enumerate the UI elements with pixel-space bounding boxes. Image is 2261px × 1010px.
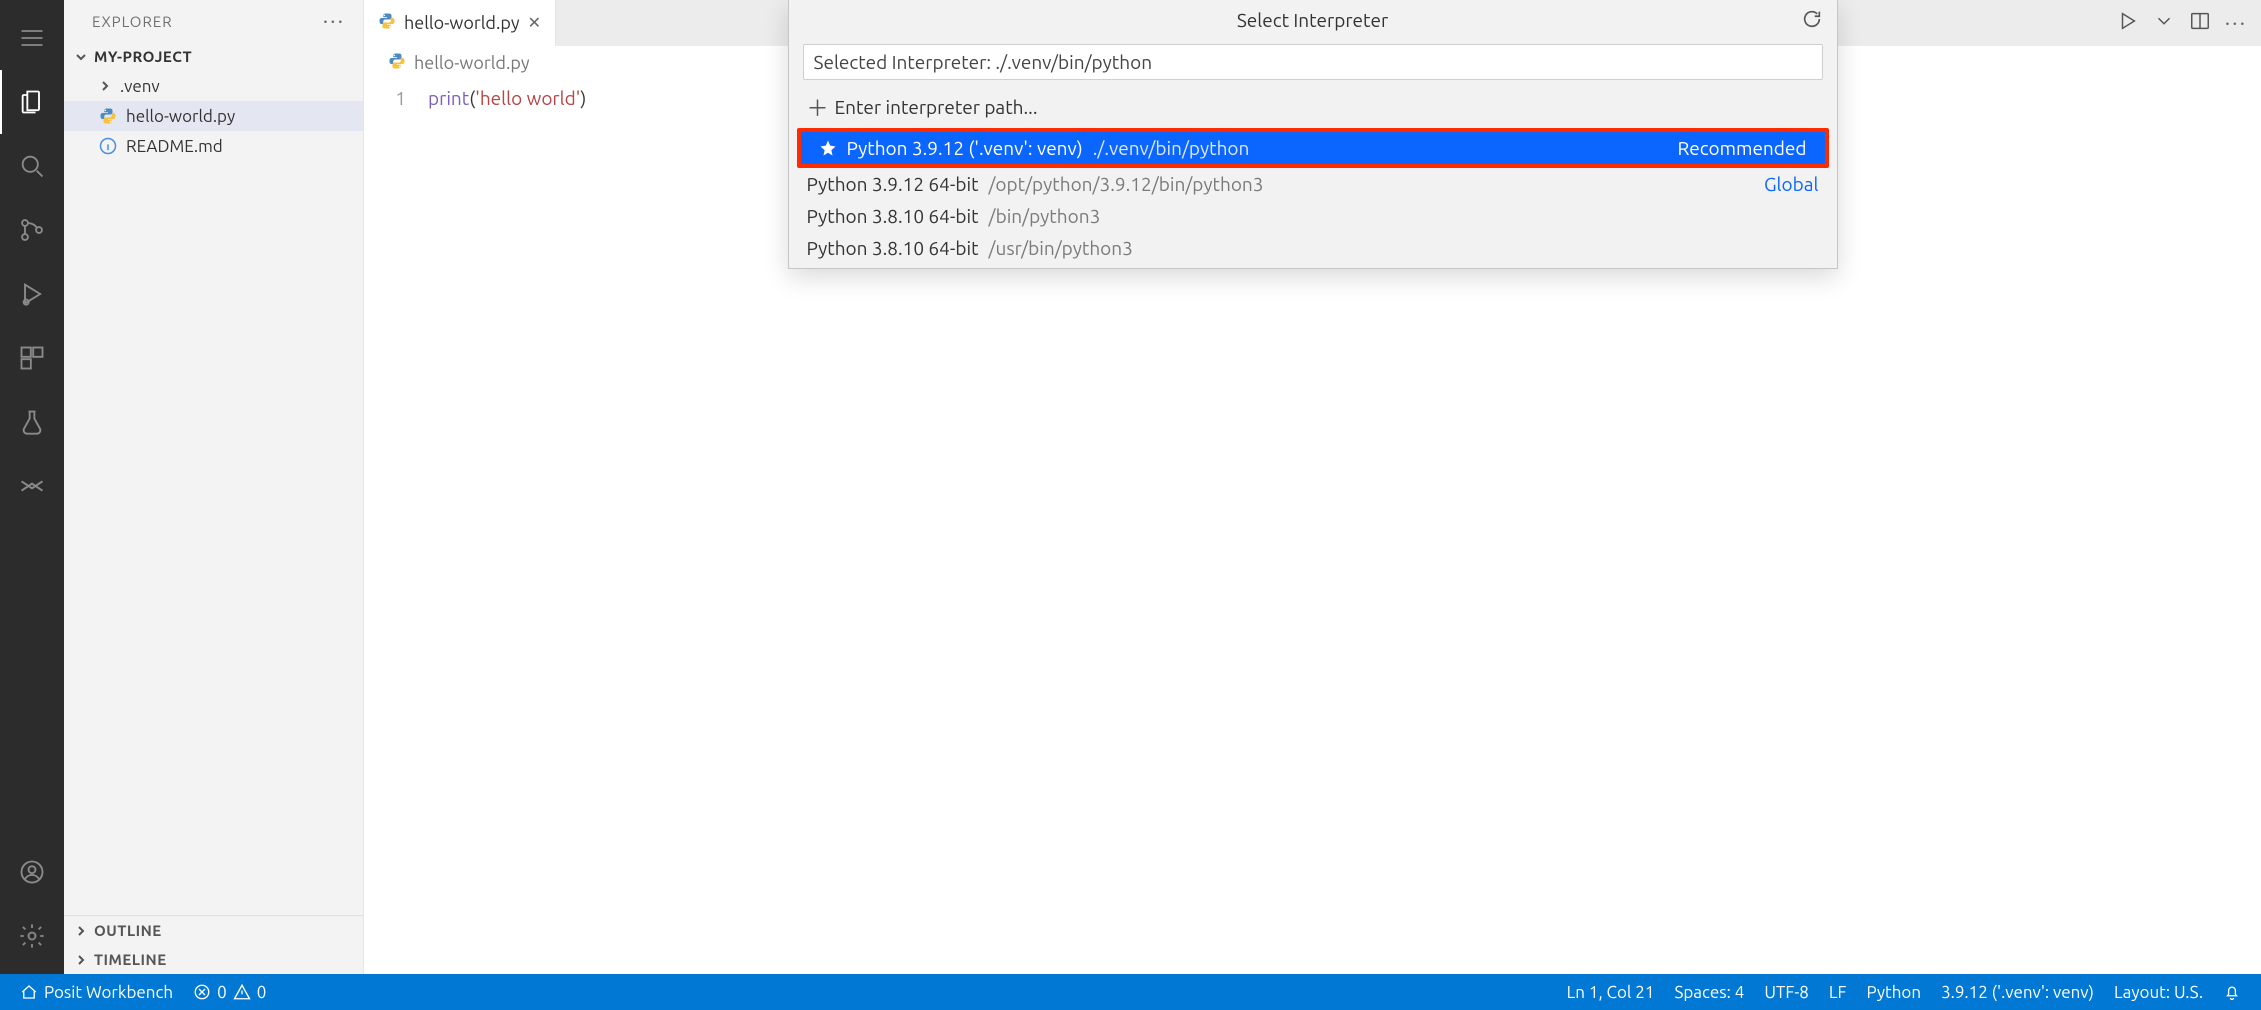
interpreter-label: Python 3.8.10 64-bit [807,205,979,227]
interpreter-label: Python 3.8.10 64-bit [807,237,979,259]
tab-hello-world[interactable]: hello-world.py ✕ [364,0,556,46]
project-header[interactable]: MY-PROJECT [64,42,363,71]
interpreter-option[interactable]: Python 3.9.12 64-bit /opt/python/3.9.12/… [789,168,1837,200]
status-remote[interactable]: Posit Workbench [10,974,183,1010]
interpreter-path: /opt/python/3.9.12/bin/python3 [989,173,1264,195]
sidebar-title: EXPLORER [92,13,173,30]
interpreter-path: /bin/python3 [989,205,1101,227]
file-label: README.md [126,137,223,156]
interpreter-input[interactable]: Selected Interpreter: ./.venv/bin/python [803,44,1823,80]
explorer-sidebar: EXPLORER ··· MY-PROJECT .venv hello-worl… [64,0,364,974]
chevron-right-icon [98,79,112,93]
interpreter-option[interactable]: Python 3.8.10 64-bit /bin/python3 [789,200,1837,232]
python-file-icon [388,52,406,74]
python-file-icon [378,12,396,34]
run-button[interactable] [2117,10,2139,36]
token-paren: ) [580,87,586,109]
folder-venv[interactable]: .venv [64,71,363,101]
timeline-label: TIMELINE [94,951,167,968]
enter-path-label: Enter interpreter path... [835,96,1038,118]
project-name: MY-PROJECT [94,48,192,65]
file-readme[interactable]: README.md [64,131,363,161]
refresh-icon[interactable] [1801,8,1823,34]
close-icon[interactable]: ✕ [528,15,541,31]
status-encoding[interactable]: UTF-8 [1754,974,1819,1010]
editor-area: hello-world.py ✕ ··· hello-world.py 1 pr… [364,0,2261,974]
token-string: 'hello world' [475,87,580,109]
run-debug-activity[interactable] [0,262,64,326]
token-function: print [428,87,469,109]
status-eol[interactable]: LF [1819,974,1857,1010]
line-number: 1 [364,84,428,112]
run-dropdown[interactable] [2153,10,2175,36]
editor-more-icon[interactable]: ··· [2225,12,2247,34]
activity-bar [0,0,64,974]
interpreter-option[interactable]: Python 3.8.10 64-bit /usr/bin/python3 [789,232,1837,264]
accounts-activity[interactable] [0,840,64,904]
remote-activity[interactable] [0,454,64,518]
status-indent[interactable]: Spaces: 4 [1664,974,1754,1010]
breadcrumb-file: hello-world.py [414,53,530,73]
explorer-activity[interactable] [0,70,64,134]
folder-label: .venv [120,77,160,96]
status-problems[interactable]: 0 0 [183,974,276,1010]
status-errors: 0 [217,983,227,1002]
file-label: hello-world.py [126,107,235,126]
testing-activity[interactable] [0,390,64,454]
plus-icon: ＋ [807,91,825,123]
extensions-activity[interactable] [0,326,64,390]
status-remote-label: Posit Workbench [44,983,173,1002]
outline-label: OUTLINE [94,922,162,939]
status-interpreter[interactable]: 3.9.12 ('.venv': venv) [1931,974,2104,1010]
tab-label: hello-world.py [404,13,520,33]
recommended-interpreter-highlight: Python 3.9.12 ('.venv': venv) ./.venv/bi… [797,128,1829,168]
source-control-activity[interactable] [0,198,64,262]
status-notifications[interactable] [2213,974,2251,1010]
status-layout[interactable]: Layout: U.S. [2104,974,2213,1010]
python-file-icon [98,106,118,126]
interpreter-badge: Global [1764,173,1819,195]
chevron-down-icon [74,50,88,64]
interpreter-path: /usr/bin/python3 [989,237,1133,259]
status-language[interactable]: Python [1856,974,1931,1010]
interpreter-badge: Recommended [1677,137,1806,159]
status-warnings: 0 [257,983,267,1002]
timeline-section[interactable]: TIMELINE [64,945,363,974]
search-activity[interactable] [0,134,64,198]
split-editor-button[interactable] [2189,10,2211,36]
star-icon [819,139,837,157]
menu-button[interactable] [0,6,64,70]
info-file-icon [98,136,118,156]
interpreter-option-recommended[interactable]: Python 3.9.12 ('.venv': venv) ./.venv/bi… [801,132,1825,164]
interpreter-label: Python 3.9.12 ('.venv': venv) [847,137,1083,159]
status-cursor[interactable]: Ln 1, Col 21 [1557,974,1665,1010]
interpreter-path: ./.venv/bin/python [1093,137,1250,159]
outline-section[interactable]: OUTLINE [64,916,363,945]
quickpick-title: Select Interpreter [1237,9,1388,31]
sidebar-more-icon[interactable]: ··· [323,10,345,32]
enter-interpreter-path[interactable]: ＋ Enter interpreter path... [789,86,1837,128]
chevron-right-icon [74,924,88,938]
select-interpreter-quickpick: Select Interpreter Selected Interpreter:… [788,0,1838,269]
file-hello-world[interactable]: hello-world.py [64,101,363,131]
chevron-right-icon [74,953,88,967]
settings-activity[interactable] [0,904,64,968]
interpreter-label: Python 3.9.12 64-bit [807,173,979,195]
status-bar: Posit Workbench 0 0 Ln 1, Col 21 Spaces:… [0,974,2261,1010]
